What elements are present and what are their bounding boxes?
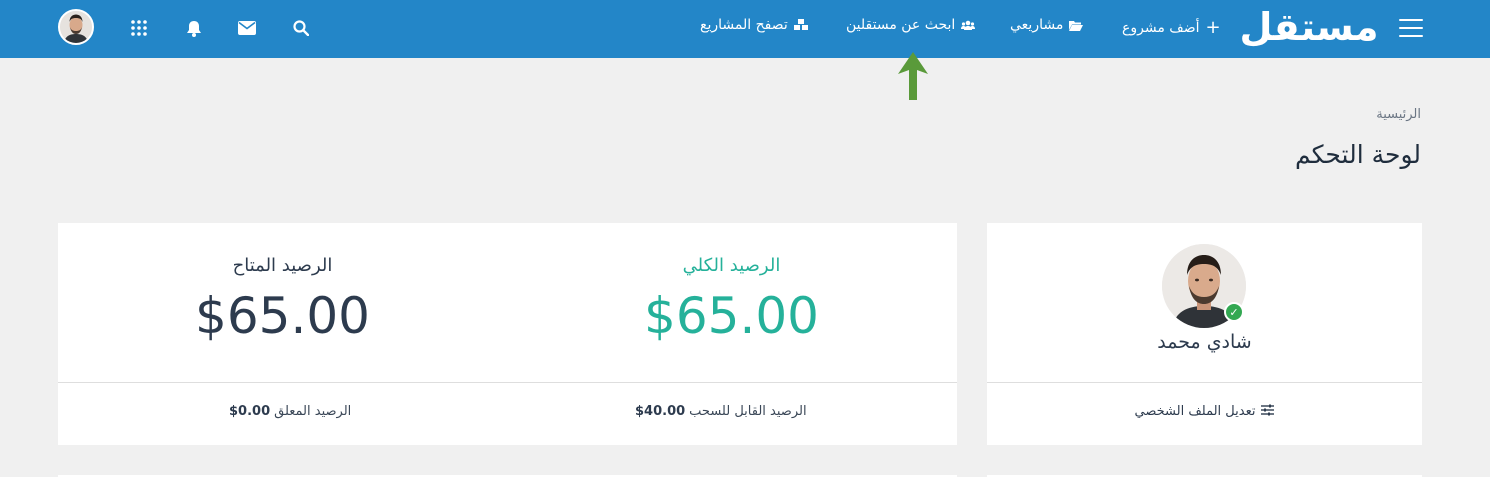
profile-name[interactable]: شادي محمد [987, 331, 1422, 353]
profile-card: ✓ شادي محمد تعديل الملف الشخصي [987, 223, 1422, 445]
available-balance-label: الرصيد المتاح [232, 255, 333, 276]
site-logo[interactable]: مستقل [1240, 4, 1380, 50]
browse-projects-link[interactable]: تصفح المشاريع [700, 17, 808, 33]
hamburger-menu-icon[interactable] [1399, 19, 1423, 37]
user-avatar[interactable] [58, 9, 94, 45]
plus-icon: + [1205, 17, 1221, 38]
search-icon[interactable] [290, 17, 312, 39]
sliders-icon [1261, 404, 1275, 420]
withdrawable-balance-value: $40.00 [635, 404, 686, 419]
breadcrumb[interactable]: الرئيسية [1376, 107, 1421, 122]
find-freelancers-label: ابحث عن مستقلين [846, 17, 956, 33]
my-projects-label: مشاريعي [1010, 17, 1064, 33]
verified-badge: ✓ [1224, 302, 1244, 322]
edit-profile-label: تعديل الملف الشخصي [1134, 404, 1256, 419]
cubes-icon [793, 19, 808, 31]
available-balance-section: الرصيد المتاح $65.00 [58, 223, 507, 383]
envelope-icon[interactable] [236, 17, 258, 39]
page-title: لوحة التحكم [1294, 140, 1421, 169]
add-project-link[interactable]: + أضف مشروع [1122, 17, 1221, 38]
find-freelancers-link[interactable]: ابحث عن مستقلين [846, 17, 976, 33]
pending-balance: الرصيد المعلق $0.00 [229, 404, 351, 419]
available-balance-value: $65.00 [195, 287, 370, 345]
check-icon: ✓ [1229, 305, 1239, 319]
users-icon [961, 20, 976, 31]
apps-grid-icon[interactable] [128, 17, 150, 39]
total-balance-label: الرصيد الكلي [682, 255, 781, 276]
card-divider [58, 382, 957, 383]
total-balance-value: $65.00 [644, 287, 819, 345]
folder-open-icon [1069, 20, 1084, 31]
total-balance-section: الرصيد الكلي $65.00 [507, 223, 956, 383]
edit-profile-link[interactable]: تعديل الملف الشخصي [987, 404, 1422, 420]
top-navbar: مستقل + أضف مشروع مشاريعي ابحث عن مستقلي… [0, 0, 1490, 58]
balance-card: الرصيد الكلي $65.00 الرصيد المتاح $65.00… [58, 223, 957, 445]
pending-balance-value: $0.00 [229, 404, 271, 419]
my-projects-link[interactable]: مشاريعي [1010, 17, 1084, 33]
withdrawable-balance-label: الرصيد القابل للسحب [689, 404, 807, 419]
withdrawable-balance: الرصيد القابل للسحب $40.00 [635, 404, 807, 419]
browse-projects-label: تصفح المشاريع [700, 17, 788, 33]
bell-icon[interactable] [183, 17, 205, 39]
card-divider [987, 382, 1422, 383]
add-project-label: أضف مشروع [1122, 19, 1200, 36]
pointer-arrow-icon [896, 50, 930, 102]
pending-balance-label: الرصيد المعلق [274, 404, 352, 419]
